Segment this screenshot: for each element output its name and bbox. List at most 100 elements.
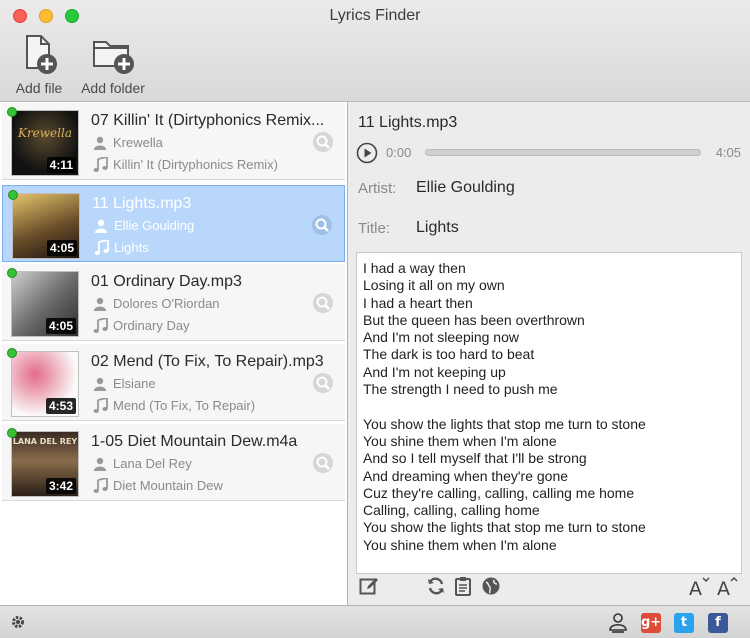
track-artist: Dolores O'Riordan — [113, 296, 220, 311]
album-art: 4:05 — [11, 271, 79, 337]
track-title: Lights — [114, 240, 149, 255]
lyrics-line: You show the lights that stop me turn to… — [363, 415, 646, 432]
lyrics-line: You shine them when I'm alone — [363, 536, 557, 553]
current-file-title: 11 Lights.mp3 — [358, 114, 458, 131]
track-title: Ordinary Day — [113, 318, 190, 333]
lyrics-line: Calling, calling, calling home — [363, 502, 540, 519]
time-current: 0:00 — [386, 145, 412, 160]
svg-text:LANA DEL REY: LANA DEL REY — [13, 437, 78, 446]
person-icon — [94, 457, 106, 471]
track-filename: 01 Ordinary Day.mp3 — [91, 273, 242, 290]
lyrics-line: And so I tell myself that I'll be strong — [363, 450, 587, 467]
font-increase-icon[interactable]: A — [716, 576, 740, 598]
lyrics-line: The strength I need to push me — [363, 381, 558, 398]
track-artist: Elsiane — [113, 376, 156, 391]
window-title: Lyrics Finder — [329, 7, 421, 24]
lyrics-line: But the queen has been overthrown — [363, 311, 585, 328]
lyrics-line: You show the lights that stop me turn to… — [363, 519, 646, 536]
google-plus-icon[interactable]: g+ — [641, 613, 661, 633]
duration-badge: 4:11 — [46, 157, 76, 173]
music-note-icon — [93, 318, 108, 333]
title-label: Title: — [358, 220, 390, 237]
refresh-icon[interactable] — [426, 576, 446, 596]
playback-slider[interactable] — [425, 149, 701, 156]
add-file-icon — [26, 35, 57, 74]
lyrics-line: Cuz they're calling, calling, calling me… — [363, 484, 635, 501]
font-decrease-icon[interactable]: A — [688, 576, 710, 598]
person-icon — [94, 297, 106, 311]
svg-text:A: A — [689, 578, 702, 598]
album-art: 4:05 — [12, 193, 80, 259]
track-row-killin-it[interactable]: Krewella 4:11 07 Killin' It (Dirtyphonic… — [2, 103, 345, 180]
add-folder-icon — [93, 41, 134, 74]
status-dot — [7, 268, 17, 278]
lyrics-line: I had a heart then — [363, 294, 473, 311]
add-folder-button[interactable]: Add folder — [74, 34, 152, 96]
status-dot — [8, 190, 18, 200]
track-artist: Lana Del Rey — [113, 456, 192, 471]
add-folder-label: Add folder — [81, 80, 145, 96]
search-lyrics-icon[interactable] — [311, 214, 333, 236]
person-icon — [94, 377, 106, 391]
duration-badge: 3:42 — [45, 478, 76, 494]
search-lyrics-icon[interactable] — [312, 131, 334, 153]
search-lyrics-icon[interactable] — [312, 452, 334, 474]
add-file-button[interactable]: Add file — [10, 34, 68, 96]
app-window: Lyrics Finder Add file Add folder Krewel… — [0, 0, 750, 638]
status-dot — [7, 348, 17, 358]
globe-icon[interactable] — [481, 576, 501, 596]
status-dot — [7, 428, 17, 438]
clipboard-icon[interactable] — [454, 576, 472, 596]
status-dot — [7, 107, 17, 117]
artist-field[interactable]: Ellie Goulding — [416, 179, 515, 197]
track-filename: 1-05 Diet Mountain Dew.m4a — [91, 433, 298, 450]
track-filename: 02 Mend (To Fix, To Repair).mp3 — [91, 353, 324, 370]
track-filename: 07 Killin' It (Dirtyphonics Remix... — [91, 112, 325, 129]
title-toolbar: Lyrics Finder Add file Add folder — [0, 0, 750, 102]
share-user-icon[interactable] — [607, 612, 629, 634]
search-lyrics-icon[interactable] — [312, 292, 334, 314]
time-total: 4:05 — [715, 145, 741, 160]
track-row-lights[interactable]: 4:05 11 Lights.mp3 Ellie Goulding Lights — [2, 185, 345, 262]
lyrics-line: And I'm not sleeping now — [363, 329, 519, 346]
track-row-mend[interactable]: 4:53 02 Mend (To Fix, To Repair).mp3 Els… — [2, 344, 345, 421]
play-icon[interactable] — [356, 142, 378, 164]
track-title: Diet Mountain Dew — [113, 478, 223, 493]
search-lyrics-icon[interactable] — [312, 372, 334, 394]
album-art: Krewella 4:11 — [11, 110, 79, 176]
track-title: Mend (To Fix, To Repair) — [113, 398, 256, 413]
duration-badge: 4:05 — [46, 240, 77, 256]
lyrics-line: I had a way then — [363, 260, 466, 276]
lyrics-line: You shine them when I'm alone — [363, 432, 557, 449]
duration-badge: 4:53 — [45, 398, 76, 414]
track-title: Killin' It (Dirtyphonics Remix) — [113, 157, 279, 172]
lyrics-line — [363, 398, 735, 415]
artist-label: Artist: — [358, 180, 397, 197]
lyrics-text-area[interactable]: I had a way then Losing it all on my own I… — [356, 252, 742, 574]
lyrics-line: Losing it all on my own — [363, 277, 505, 294]
track-artist: Krewella — [113, 135, 163, 150]
gear-icon[interactable] — [10, 614, 26, 630]
track-row-diet-mountain-dew[interactable]: LANA DEL REY 3:42 1-05 Diet Mountain Dew… — [2, 424, 345, 501]
person-icon — [95, 219, 107, 233]
track-list: Krewella 4:11 07 Killin' It (Dirtyphonic… — [0, 102, 348, 605]
twitter-icon[interactable]: t — [674, 613, 694, 633]
svg-text:Krewella: Krewella — [17, 126, 72, 140]
music-note-icon — [94, 240, 109, 255]
title-field[interactable]: Lights — [416, 219, 459, 237]
lyrics-line: And I'm not keeping up — [363, 363, 506, 380]
track-row-ordinary-day[interactable]: 4:05 01 Ordinary Day.mp3 Dolores O'Riord… — [2, 264, 345, 341]
music-note-icon — [93, 478, 108, 493]
person-icon — [94, 136, 106, 150]
svg-text:A: A — [717, 578, 730, 598]
album-art: LANA DEL REY 3:42 — [11, 431, 79, 497]
music-note-icon — [93, 157, 108, 172]
duration-badge: 4:05 — [45, 318, 76, 334]
music-note-icon — [93, 398, 108, 413]
edit-icon[interactable] — [359, 576, 379, 596]
facebook-icon[interactable]: f — [708, 613, 728, 633]
track-artist: Ellie Goulding — [114, 218, 195, 233]
lyrics-line: And dreaming when they're gone — [363, 467, 569, 484]
track-filename: 11 Lights.mp3 — [92, 195, 192, 212]
lyrics-line: The dark is too hard to beat — [363, 346, 535, 363]
